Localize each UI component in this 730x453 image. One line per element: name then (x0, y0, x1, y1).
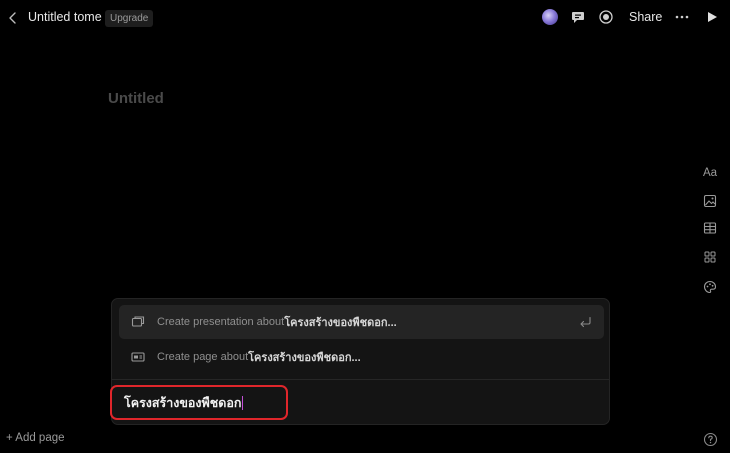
comment-icon[interactable] (570, 9, 586, 25)
tiles-tool-button[interactable] (700, 248, 720, 266)
theme-tool-button[interactable] (700, 278, 720, 296)
record-icon[interactable] (598, 9, 614, 25)
table-tool-button[interactable] (700, 219, 720, 237)
palette-icon (703, 280, 717, 294)
share-button[interactable]: Share (629, 10, 662, 24)
play-icon[interactable] (704, 9, 720, 25)
option-topic: โครงสร้างของพืชดอก... (248, 352, 361, 364)
create-presentation-option[interactable]: Create presentation about โครงสร้างของพื… (119, 305, 604, 339)
presentation-icon (131, 316, 145, 327)
prompt-input-value: โครงสร้างของพืชดอก (124, 395, 242, 410)
chevron-left-icon[interactable] (7, 10, 19, 26)
create-page-option[interactable]: Create page about โครงสร้างของพืชดอก... (119, 340, 604, 374)
option-label: Create page about (157, 351, 249, 363)
panel-divider (112, 379, 609, 380)
option-label: Create presentation about (157, 316, 285, 328)
page-title[interactable]: Untitled (108, 90, 164, 107)
page-icon (131, 352, 145, 362)
prompt-input[interactable]: โครงสร้างของพืชดอก (110, 385, 288, 420)
option-topic: โครงสร้างของพืชดอก... (284, 317, 397, 329)
top-bar: Untitled tome Upgrade Share (0, 0, 730, 36)
image-icon (703, 194, 717, 208)
app-window: Untitled tome Upgrade Share Untitled Aa (0, 0, 730, 453)
add-page-button[interactable]: + Add page (6, 432, 65, 444)
document-title[interactable]: Untitled tome (28, 10, 102, 24)
text-caret (242, 395, 244, 410)
help-icon[interactable] (703, 432, 718, 447)
grid-icon (704, 251, 716, 263)
text-tool-button[interactable]: Aa (700, 164, 720, 182)
enter-key-icon (580, 316, 591, 328)
table-icon (703, 222, 717, 234)
more-options-icon[interactable] (674, 9, 690, 25)
image-tool-button[interactable] (700, 192, 720, 210)
upgrade-button[interactable]: Upgrade (105, 10, 154, 27)
avatar[interactable] (542, 9, 558, 25)
ai-command-panel: Create presentation about โครงสร้างของพื… (110, 298, 610, 425)
